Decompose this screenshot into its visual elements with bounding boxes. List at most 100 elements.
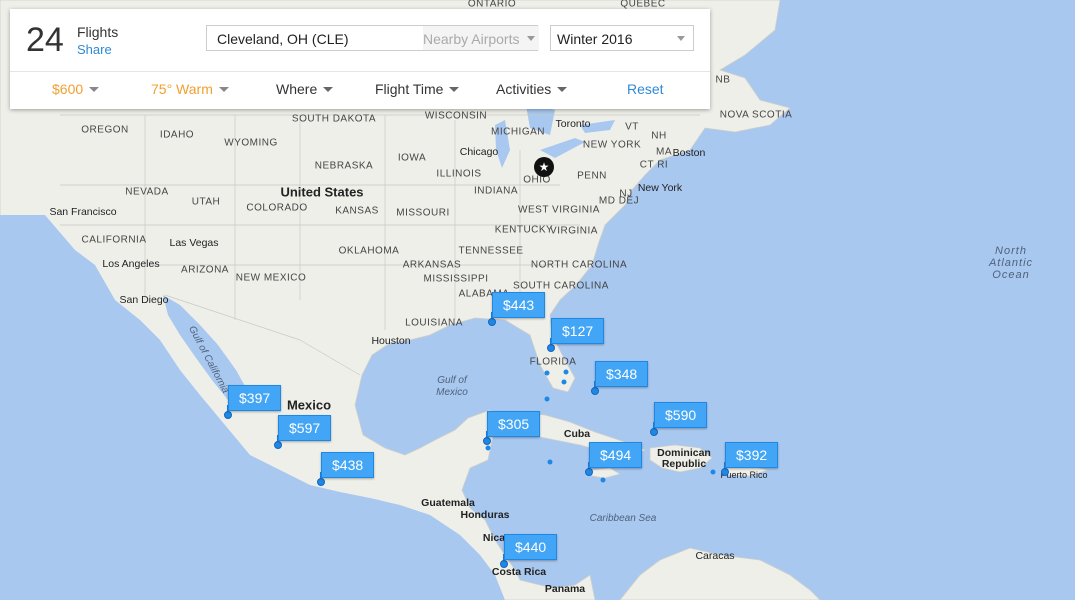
search-panel: 24 Flights Share Cleveland, OH (CLE) Nea… [10, 9, 710, 109]
label-illinois: ILLINOIS [436, 168, 482, 180]
chevron-down-icon [527, 36, 535, 41]
where-filter[interactable]: Where [276, 81, 334, 97]
price-label[interactable]: $440 [504, 534, 558, 560]
marker-pin [500, 560, 508, 568]
price-label[interactable]: $305 [487, 411, 541, 437]
marker-pin [317, 478, 325, 486]
label-nj: NJ [619, 188, 633, 200]
price-label[interactable]: $438 [321, 452, 375, 478]
marker-pin [650, 428, 658, 436]
flight-time-filter[interactable]: Flight Time [375, 81, 460, 97]
reset-button[interactable]: Reset [627, 81, 664, 97]
label-new-york-state: NEW YORK [582, 139, 642, 151]
label-nh: NH [651, 130, 667, 142]
chevron-down-icon [323, 87, 334, 92]
label-arkansas: ARKANSAS [402, 259, 462, 271]
label-boston: Boston [672, 147, 706, 159]
price-label[interactable]: $397 [228, 385, 282, 411]
label-nova-scotia: NOVA SCOTIA [719, 109, 793, 121]
label-south-carolina: SOUTH CAROLINA [513, 280, 609, 292]
label-las-vegas: Las Vegas [169, 237, 219, 249]
label-north-atlantic-ocean: North Atlantic Ocean [988, 245, 1034, 281]
flights-label: Flights [77, 24, 119, 40]
chevron-down-icon [557, 87, 568, 92]
price-label[interactable]: $590 [654, 402, 708, 428]
flight-count: 24 [26, 21, 64, 59]
marker-pin [224, 411, 232, 419]
star-icon: ★ [538, 160, 550, 174]
nearby-airports-dropdown[interactable]: Nearby Airports [423, 26, 539, 50]
label-california: CALIFORNIA [81, 234, 147, 246]
label-nb: NB [715, 74, 731, 86]
label-san-francisco: San Francisco [49, 206, 117, 218]
weather-filter-label: 75° Warm [151, 81, 213, 97]
marker-pin [585, 468, 593, 476]
label-iowa: IOWA [397, 152, 427, 164]
price-label[interactable]: $597 [278, 415, 332, 441]
label-new-york-city: New York [637, 182, 683, 194]
label-san-diego: San Diego [119, 294, 169, 306]
nearby-airports-label: Nearby Airports [423, 31, 520, 47]
label-colorado: COLORADO [246, 202, 308, 214]
marker-pin [591, 387, 599, 395]
chevron-down-icon [89, 87, 100, 92]
where-filter-label: Where [276, 81, 318, 97]
label-ma: MA [656, 146, 672, 158]
origin-airport-field[interactable]: Cleveland, OH (CLE) Nearby Airports [206, 25, 539, 51]
label-gulf-of-mexico: Gulf of Mexico [436, 375, 468, 398]
label-chicago: Chicago [459, 146, 499, 158]
marker-pin [721, 468, 729, 476]
label-los-angeles: Los Angeles [102, 258, 160, 270]
price-label[interactable]: $127 [551, 318, 605, 344]
label-dominican-republic: Dominican Republic [657, 447, 711, 470]
price-label[interactable]: $348 [595, 361, 649, 387]
season-dropdown[interactable]: Winter 2016 [550, 25, 694, 51]
label-costa-rica: Costa Rica [491, 566, 547, 578]
label-caribbean-sea: Caribbean Sea [589, 513, 657, 524]
flight-time-filter-label: Flight Time [375, 81, 444, 97]
weather-filter[interactable]: 75° Warm [151, 81, 229, 97]
label-nicaragua: Nica [482, 532, 506, 544]
label-nevada: NEVADA [125, 186, 169, 198]
season-value: Winter 2016 [557, 31, 633, 47]
marker-pin [547, 344, 555, 352]
label-indiana: INDIANA [473, 185, 519, 197]
label-wisconsin: WISCONSIN [424, 110, 488, 122]
label-north-carolina: NORTH CAROLINA [530, 259, 628, 271]
price-label[interactable]: $392 [725, 442, 779, 468]
price-label[interactable]: $494 [589, 442, 643, 468]
label-missouri: MISSOURI [396, 207, 450, 219]
label-guatemala: Guatemala [421, 497, 475, 509]
label-toronto: Toronto [555, 118, 591, 130]
label-tennessee: TENNESSEE [458, 245, 524, 257]
marker-pin [488, 318, 496, 326]
label-caracas: Caracas [695, 550, 735, 562]
share-link[interactable]: Share [77, 42, 112, 57]
home-airport-marker[interactable]: ★ [534, 157, 554, 177]
activities-filter-label: Activities [496, 81, 552, 97]
price-label[interactable]: $443 [492, 292, 546, 318]
label-united-states: United States [280, 184, 364, 200]
budget-filter[interactable]: $600 [52, 81, 100, 97]
chevron-down-icon [218, 87, 229, 92]
label-virginia: VIRGINIA [550, 225, 598, 237]
label-nebraska: NEBRASKA [314, 160, 374, 172]
label-penn: PENN [577, 170, 607, 182]
label-vt: VT [625, 121, 639, 133]
label-oklahoma: OKLAHOMA [338, 245, 400, 257]
label-honduras: Honduras [460, 509, 510, 521]
label-mexico: Mexico [286, 397, 332, 413]
label-michigan: MICHIGAN [491, 126, 545, 138]
panel-divider [10, 71, 710, 72]
label-houston: Houston [371, 335, 411, 347]
chevron-down-icon [449, 87, 460, 92]
label-kentucky: KENTUCKY [494, 224, 554, 236]
label-idaho: IDAHO [159, 129, 195, 141]
label-wyoming: WYOMING [224, 137, 278, 149]
label-mississippi: MISSISSIPPI [423, 273, 489, 285]
label-oregon: OREGON [81, 124, 129, 136]
activities-filter[interactable]: Activities [496, 81, 568, 97]
label-new-mexico: NEW MEXICO [235, 272, 307, 284]
label-panama: Panama [544, 583, 586, 595]
label-south-dakota: SOUTH DAKOTA [291, 113, 377, 125]
